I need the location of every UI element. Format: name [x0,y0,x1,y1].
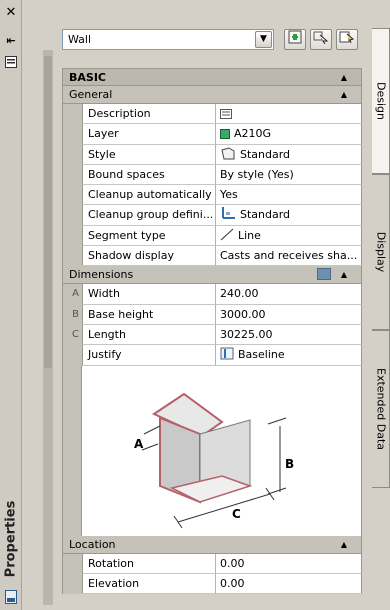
object-type-value: Wall [68,33,92,46]
category-basic[interactable]: BASIC ▲ [62,68,362,86]
cleanup-group-icon [222,207,235,220]
property-value[interactable]: 0.00 [215,573,362,595]
property-name: Width [82,284,215,305]
chevron-down-icon[interactable]: ▼ [255,31,272,48]
property-value[interactable]: Standard [215,144,362,165]
line-segment-icon [220,228,234,241]
property-name: Bound spaces [82,164,215,186]
property-name: Length [82,324,215,346]
dimension-key [62,345,82,366]
collapse-icon[interactable]: ▲ [341,536,347,553]
category-location-label: Location [69,537,116,551]
property-row-segment-type[interactable]: Segment type Line [62,225,362,247]
quick-select-icon [339,31,355,44]
property-row-length[interactable]: C Length 30225.00 [62,324,362,346]
property-name: Cleanup automatically [82,185,215,206]
property-value[interactable]: Baseline [215,345,362,366]
scrollbar-thumb[interactable] [44,56,52,368]
dimension-key: B [62,304,82,325]
justify-baseline-icon [220,347,234,360]
property-name: Cleanup group defini... [82,205,215,226]
category-dimensions[interactable]: Dimensions ▲ [62,266,362,285]
object-type-dropdown[interactable]: Wall ▼ [62,29,274,50]
wall-dimension-illustration: A B C [62,365,362,536]
tab-display[interactable]: Display [372,174,390,330]
property-row-width[interactable]: A Width 240.00 [62,284,362,305]
palette-tabs: Design Display Extended Data [372,28,390,608]
tab-extended-data[interactable]: Extended Data [372,330,390,488]
property-value[interactable]: 0.00 [215,553,362,574]
dimension-key: A [62,284,82,305]
property-name: Style [82,144,215,165]
property-row-layer[interactable]: Layer A210G [62,124,362,145]
property-row-elevation[interactable]: Elevation 0.00 [62,573,362,595]
property-row-style[interactable]: Style Standard [62,144,362,165]
property-name: Segment type [82,225,215,247]
property-row-cleanup-automatically[interactable]: Cleanup automatically Yes [62,185,362,206]
layer-color-swatch-icon [220,129,230,140]
auto-hide-icon[interactable]: ⇤ [3,34,19,48]
property-value[interactable]: Standard [215,205,362,226]
toggle-pickadd-button[interactable] [284,29,306,50]
dimension-display-icon[interactable] [317,268,331,281]
property-value[interactable]: Casts and receives sha... [215,246,362,267]
property-row-bound-spaces[interactable]: Bound spaces By style (Yes) [62,164,362,186]
collapse-icon[interactable]: ▲ [341,86,347,103]
property-value[interactable]: Line [215,225,362,247]
property-value[interactable]: 3000.00 [215,304,362,325]
property-name: Elevation [82,573,215,595]
category-location[interactable]: Location ▲ [62,535,362,554]
close-icon[interactable]: ✕ [3,6,19,20]
properties-icon[interactable] [3,590,19,604]
property-row-shadow-display[interactable]: Shadow display Casts and receives sha... [62,246,362,267]
property-name: Base height [82,304,215,325]
vertical-scrollbar[interactable] [43,50,53,605]
select-objects-icon [313,31,329,45]
property-name: Rotation [82,553,215,574]
property-name: Layer [82,124,215,145]
property-value[interactable]: By style (Yes) [215,164,362,186]
wall-diagram-icon: A B C [134,392,294,528]
property-row-description[interactable]: Description [62,104,362,125]
property-value[interactable]: Yes [215,185,362,206]
property-row-base-height[interactable]: B Base height 3000.00 [62,304,362,325]
property-value[interactable] [215,104,362,125]
palette-title: Properties [3,500,19,578]
property-value[interactable]: 240.00 [215,284,362,305]
collapse-icon[interactable]: ▲ [341,266,347,283]
property-row-rotation[interactable]: Rotation 0.00 [62,553,362,574]
text-editor-icon [220,109,232,119]
property-value[interactable]: 30225.00 [215,324,362,346]
category-general-label: General [69,88,113,101]
svg-text:B: B [285,457,294,471]
category-dimensions-label: Dimensions [69,268,134,282]
collapse-icon[interactable]: ▲ [341,69,347,86]
property-value[interactable]: A210G [215,124,362,145]
property-row-cleanup-group[interactable]: Cleanup group defini... Standard [62,205,362,226]
property-grid: BASIC ▲ General ▲ Description Layer A210… [62,68,362,595]
dimension-key: C [62,324,82,346]
tab-design[interactable]: Design [372,28,390,174]
property-name: Description [82,104,215,125]
select-objects-button[interactable] [310,29,332,50]
pickadd-icon [288,30,302,44]
palette-title-bar: ✕ ⇤ Properties [0,0,22,610]
svg-text:C: C [232,507,241,521]
palette-menu-icon[interactable] [3,56,19,70]
wall-style-icon [221,147,235,160]
quick-select-button[interactable] [336,29,358,50]
property-row-justify[interactable]: Justify Baseline [62,345,362,366]
object-type-bar: Wall ▼ [62,28,372,54]
category-general[interactable]: General ▲ [62,86,362,104]
category-basic-label: BASIC [69,71,106,84]
property-name: Justify [82,345,215,366]
svg-text:A: A [134,437,144,451]
property-name: Shadow display [82,246,215,267]
